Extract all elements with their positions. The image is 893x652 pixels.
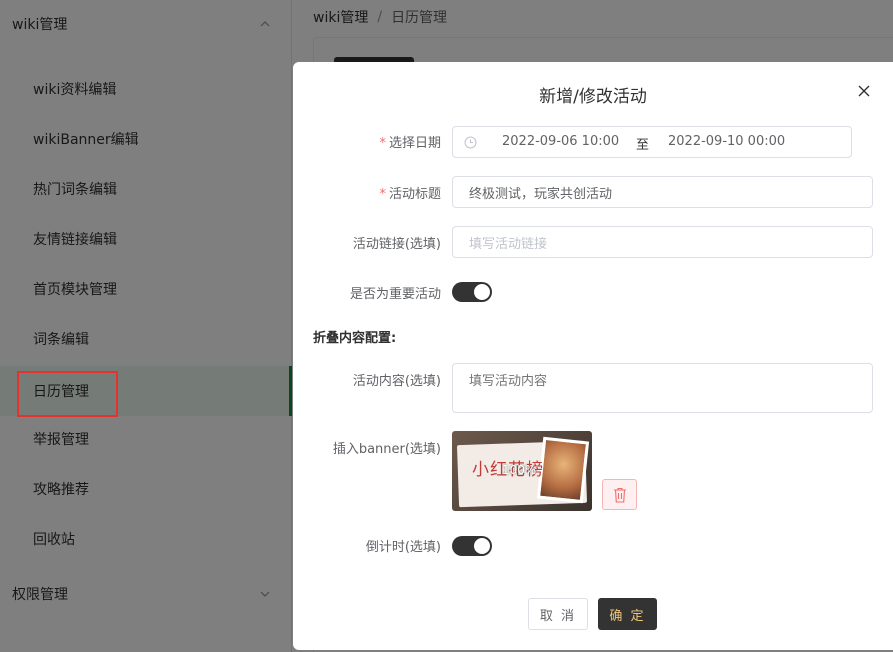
fold-section-title: 折叠内容配置:	[313, 331, 397, 346]
important-toggle[interactable]	[452, 282, 492, 302]
banner-thumbnail: 小红花榜 100%	[452, 431, 592, 511]
date-start[interactable]: 2022-09-06 10:00	[502, 134, 619, 149]
activity-title-input[interactable]: 终极测试，玩家共创活动	[452, 176, 873, 208]
countdown-toggle[interactable]	[452, 536, 492, 556]
date-range-picker[interactable]: 2022-09-06 10:00 至 2022-09-10 00:00	[452, 126, 852, 158]
close-icon[interactable]	[857, 84, 871, 98]
toggle-knob	[474, 538, 490, 554]
toggle-knob	[474, 284, 490, 300]
date-label: * 选择日期	[379, 132, 441, 151]
activity-content-label: 活动内容(选填)	[352, 374, 441, 389]
banner-portrait	[536, 436, 590, 504]
important-label: 是否为重要活动	[349, 287, 441, 302]
countdown-label: 倒计时(选填)	[365, 540, 441, 555]
dialog-title: 新增/修改活动	[539, 87, 647, 107]
activity-content-textarea[interactable]	[452, 363, 873, 413]
activity-title-label-text: 活动标题	[388, 187, 441, 202]
confirm-button[interactable]: 确 定	[598, 598, 657, 630]
banner-label: 插入banner(选填)	[332, 442, 441, 457]
trash-icon	[613, 487, 626, 503]
date-label-text: 选择日期	[388, 136, 441, 151]
highlight-box	[17, 371, 118, 417]
activity-dialog: 新增/修改活动 * 选择日期 2022-09-06 10:00 至 2022-09…	[293, 62, 893, 650]
date-end[interactable]: 2022-09-10 00:00	[668, 134, 785, 149]
activity-link-input[interactable]: 填写活动链接	[452, 226, 873, 258]
banner-progress-text: 100%	[502, 463, 537, 477]
date-range-separator: 至	[636, 138, 650, 153]
cancel-button[interactable]: 取 消	[528, 598, 588, 630]
required-mark: *	[379, 187, 386, 202]
required-mark: *	[379, 136, 386, 151]
delete-banner-button[interactable]	[602, 479, 637, 510]
clock-icon	[464, 136, 477, 149]
activity-link-label: 活动链接(选填)	[352, 237, 441, 252]
activity-title-label: * 活动标题	[379, 183, 441, 202]
